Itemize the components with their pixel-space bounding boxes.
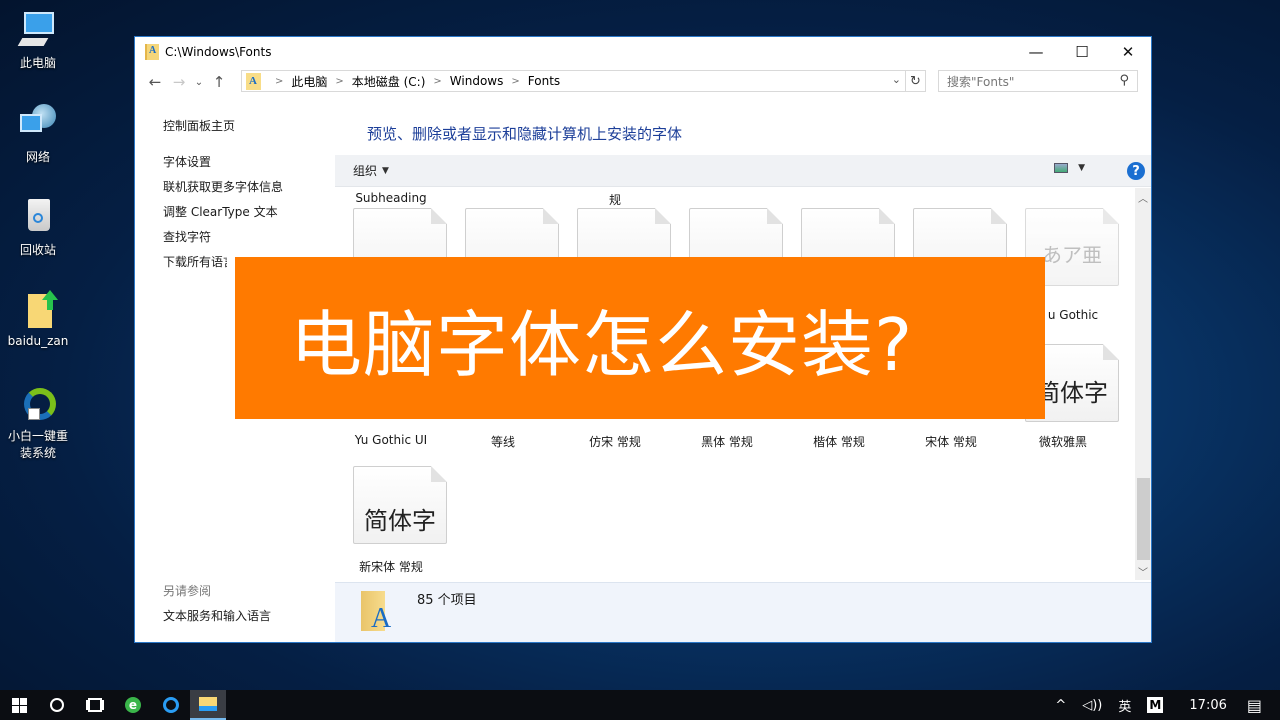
vertical-scrollbar[interactable]: ︿ ﹀ (1135, 188, 1151, 580)
minimize-button[interactable]: — (1013, 37, 1059, 67)
refresh-icon: ↻ (910, 73, 921, 89)
scroll-down-icon[interactable]: ﹀ (1135, 564, 1151, 580)
item-count: 85 个项目 (417, 593, 477, 608)
chevron-right-icon[interactable]: > (511, 76, 519, 87)
desktop-icon-recycle-bin[interactable]: 回收站 (6, 197, 70, 258)
breadcrumb-fonts[interactable]: Fonts (528, 74, 560, 88)
up-button[interactable]: ↑ (207, 70, 231, 94)
chevron-down-icon[interactable]: ▼ (382, 166, 389, 176)
browser-app-icon (163, 697, 179, 713)
command-bar: 组织 ▼ ▼ ? (335, 155, 1151, 187)
chevron-right-icon: > (275, 75, 284, 87)
desktop-icon-baidu-zan[interactable]: baidu_zan (6, 290, 70, 348)
adjust-cleartype-link[interactable]: 调整 ClearType 文本 (163, 203, 278, 220)
view-icon (1054, 163, 1069, 173)
help-button[interactable]: ? (1127, 162, 1145, 180)
refresh-button[interactable]: ↻ (906, 70, 926, 92)
control-panel-home-link[interactable]: 控制面板主页 (163, 117, 235, 134)
search-input[interactable]: 搜索"Fonts" ⚲ (938, 70, 1138, 92)
computer-icon (17, 10, 58, 50)
font-label: 宋体 常规 (925, 435, 977, 449)
chevron-right-icon[interactable]: > (335, 76, 343, 87)
task-view-button[interactable] (76, 690, 114, 720)
desktop-icon-label: 回收站 (19, 243, 56, 257)
system-tray: ^ ◁)) 英 M 17:06 ▤ (1047, 690, 1280, 720)
chevron-right-icon[interactable]: > (433, 76, 441, 87)
reinstall-app-icon (18, 384, 58, 424)
fonts-folder-icon (246, 72, 261, 90)
cortana-button[interactable] (38, 690, 76, 720)
windows-logo-icon (11, 697, 27, 713)
desktop-icon-reinstall[interactable]: 小白一键重装系统 (6, 384, 70, 462)
page-description: 预览、删除或者显示和隐藏计算机上安装的字体 (367, 125, 683, 143)
organize-menu[interactable]: 组织 (353, 162, 377, 179)
font-label: 黑体 常规 (701, 435, 753, 449)
window-title: C:\Windows\Fonts (165, 45, 272, 59)
navigation-bar: ← → ⌄ ↑ > 此电脑 > 本地磁盘 (C:) > Windows > Fo… (135, 67, 1151, 97)
browser-app-button[interactable] (152, 690, 190, 720)
close-button[interactable]: ✕ (1105, 37, 1151, 67)
font-label: 等线 (490, 435, 515, 449)
banner-text: 电脑字体怎么安装? (290, 302, 914, 387)
desktop-icon-label: 此电脑 (19, 56, 56, 70)
desktop-icon-label: 小白一键重装系统 (7, 429, 68, 460)
address-dropdown-icon[interactable]: ⌄ (892, 73, 901, 86)
recycle-bin-icon (18, 197, 58, 237)
maximize-button[interactable]: ☐ (1059, 37, 1105, 67)
font-settings-link[interactable]: 字体设置 (163, 153, 211, 170)
search-placeholder: 搜索"Fonts" (947, 74, 1015, 89)
scroll-up-icon[interactable]: ︿ (1135, 190, 1151, 206)
taskbar: e ^ ◁)) 英 M 17:06 ▤ (0, 690, 1280, 720)
fonts-folder-icon (145, 44, 159, 60)
font-label: 仿宋 常规 (589, 435, 641, 449)
desktop-icon-label: 网络 (25, 150, 50, 164)
breadcrumb-this-pc[interactable]: 此电脑 (291, 73, 327, 90)
details-pane: 85 个项目 (335, 582, 1151, 642)
text-services-link[interactable]: 文本服务和输入语言 (163, 607, 271, 624)
ime-indicator[interactable]: 英 (1118, 696, 1131, 715)
font-label: 新宋体 常规 (359, 560, 423, 574)
see-also-header: 另请参阅 (163, 584, 212, 598)
start-button[interactable] (0, 690, 38, 720)
volume-icon[interactable]: ◁)) (1082, 698, 1102, 713)
chevron-down-icon[interactable]: ▼ (1078, 163, 1085, 173)
find-character-link[interactable]: 查找字符 (163, 228, 211, 245)
clock[interactable]: 17:06 (1189, 698, 1226, 713)
font-label: Yu Gothic UI (354, 433, 428, 447)
font-file-icon: 简体字 (353, 466, 447, 544)
action-center-icon[interactable]: ▤ (1247, 696, 1262, 715)
address-bar[interactable]: > 此电脑 > 本地磁盘 (C:) > Windows > Fonts ⌄ (241, 70, 906, 92)
ie-icon: e (125, 697, 141, 713)
scrollbar-thumb[interactable] (1137, 478, 1150, 560)
desktop-icon-label: baidu_zan (7, 334, 69, 348)
font-label: 规 (608, 193, 621, 207)
m-app-icon[interactable]: M (1147, 697, 1164, 713)
ie-browser-button[interactable]: e (114, 690, 152, 720)
breadcrumb-local-disk[interactable]: 本地磁盘 (C:) (352, 73, 426, 90)
cortana-circle-icon (50, 698, 64, 712)
title-bar: C:\Windows\Fonts — ☐ ✕ (135, 37, 1151, 67)
task-view-icon (88, 698, 102, 712)
title-banner: 电脑字体怎么安装? (235, 257, 1045, 419)
folder-icon (18, 290, 58, 330)
recent-locations-button[interactable]: ⌄ (191, 70, 207, 94)
back-button[interactable]: ← (143, 70, 167, 94)
file-explorer-button[interactable] (190, 690, 226, 720)
network-icon (18, 104, 58, 144)
search-icon[interactable]: ⚲ (1119, 73, 1129, 88)
change-view-button[interactable]: ▼ (1054, 163, 1085, 173)
show-hidden-icons-button[interactable]: ^ (1055, 698, 1066, 713)
file-explorer-icon (199, 697, 217, 711)
forward-button[interactable]: → (167, 70, 191, 94)
breadcrumb-windows[interactable]: Windows (450, 74, 504, 88)
desktop-icon-network[interactable]: 网络 (6, 104, 70, 165)
font-label: Subheading (355, 191, 427, 205)
desktop-icon-this-pc[interactable]: 此电脑 (6, 10, 70, 71)
fonts-folder-icon (361, 591, 391, 635)
get-more-font-info-link[interactable]: 联机获取更多字体信息 (163, 178, 283, 195)
download-language-fonts-link[interactable]: 下载所有语言的字体 (163, 253, 227, 270)
font-label: 楷体 常规 (813, 435, 865, 449)
font-label: 微软雅黑 (1038, 435, 1087, 449)
